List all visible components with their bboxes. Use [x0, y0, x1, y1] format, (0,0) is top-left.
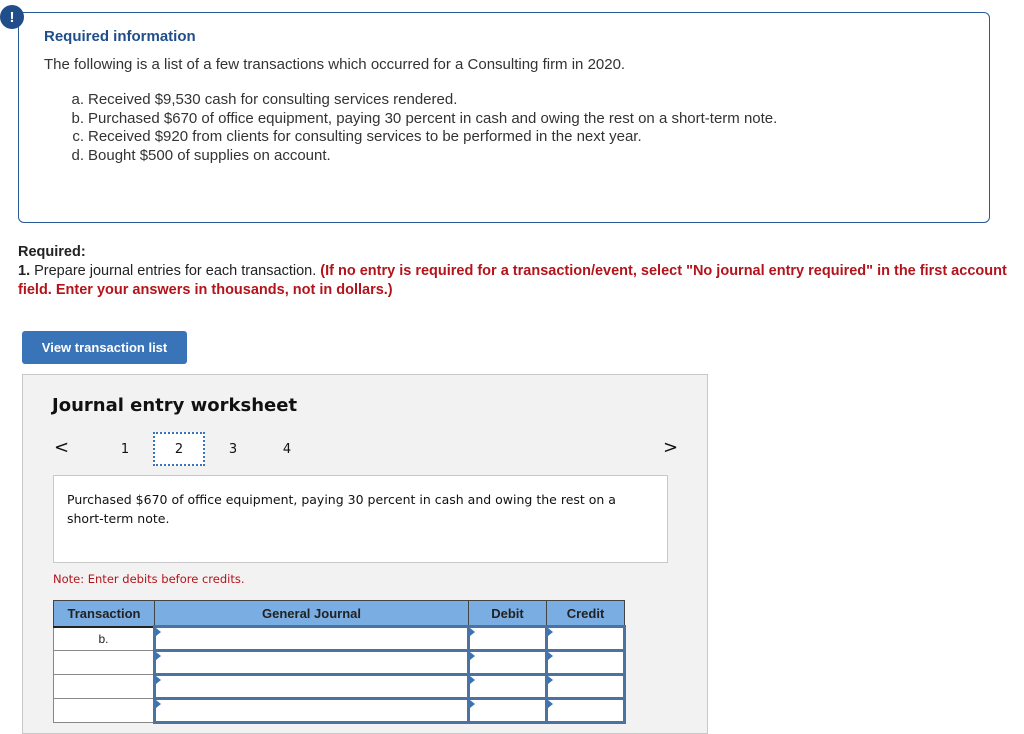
- input-marker-icon: [548, 676, 553, 684]
- account-select[interactable]: [153, 649, 470, 676]
- credit-input[interactable]: [548, 676, 623, 697]
- debit-field[interactable]: [467, 673, 548, 700]
- credit-input[interactable]: [548, 652, 623, 673]
- transaction-label: d.: [71, 147, 84, 165]
- page-tab-1[interactable]: 1: [99, 432, 151, 466]
- header-debit: Debit: [468, 600, 547, 628]
- header-general-journal: General Journal: [154, 600, 469, 628]
- page-tab-4[interactable]: 4: [261, 432, 313, 466]
- transaction-cell: [53, 650, 155, 675]
- dropdown-marker-icon: [156, 652, 161, 660]
- page-tab-2[interactable]: 2: [153, 432, 205, 466]
- chevron-left-icon[interactable]: <: [54, 437, 69, 458]
- credit-field[interactable]: [545, 649, 626, 676]
- account-select[interactable]: [153, 697, 470, 724]
- journal-header-row: Transaction General Journal Debit Credit: [53, 600, 625, 628]
- input-marker-icon: [470, 628, 475, 636]
- transaction-cell: b.: [53, 626, 155, 651]
- chevron-right-icon[interactable]: >: [663, 437, 678, 458]
- required-information-title: Required information: [44, 28, 196, 45]
- worksheet-title: Journal entry worksheet: [52, 395, 298, 416]
- transaction-text: Received $920 from clients for consultin…: [88, 128, 642, 146]
- view-transaction-list-button[interactable]: View transaction list: [22, 331, 187, 364]
- transaction-label: c.: [72, 128, 84, 146]
- transaction-label: b.: [71, 109, 84, 127]
- transaction-item: b. Purchased $670 of office equipment, pa…: [64, 110, 777, 129]
- transaction-description: Purchased $670 of office equipment, payi…: [53, 475, 668, 563]
- header-transaction: Transaction: [53, 600, 155, 628]
- header-credit: Credit: [546, 600, 625, 628]
- journal-row: [53, 697, 626, 724]
- transaction-cell: [53, 698, 155, 723]
- account-input[interactable]: [156, 628, 467, 649]
- debit-credit-note: Note: Enter debits before credits.: [53, 572, 245, 586]
- transaction-text: Purchased $670 of office equipment, payi…: [88, 109, 778, 127]
- dropdown-marker-icon: [156, 628, 161, 636]
- debit-field[interactable]: [467, 625, 548, 652]
- transaction-text: Bought $500 of supplies on account.: [88, 147, 331, 165]
- required-heading: Required:: [18, 244, 86, 260]
- journal-row: [53, 649, 626, 676]
- dropdown-marker-icon: [156, 676, 161, 684]
- credit-field[interactable]: [545, 625, 626, 652]
- debit-input[interactable]: [470, 676, 545, 697]
- transaction-list: a. Received $9,530 cash for consulting se…: [64, 91, 777, 166]
- transaction-item: a. Received $9,530 cash for consulting se…: [64, 91, 777, 110]
- requirement-text: Prepare journal entries for each transac…: [30, 263, 321, 279]
- debit-input[interactable]: [470, 628, 545, 649]
- account-input[interactable]: [156, 652, 467, 673]
- account-select[interactable]: [153, 625, 470, 652]
- input-marker-icon: [470, 652, 475, 660]
- transaction-cell: [53, 674, 155, 699]
- transaction-label: a.: [71, 91, 84, 108]
- journal-row: [53, 673, 626, 700]
- credit-field[interactable]: [545, 697, 626, 724]
- journal-row: b.: [53, 625, 626, 652]
- credit-field[interactable]: [545, 673, 626, 700]
- input-marker-icon: [470, 676, 475, 684]
- dropdown-marker-icon: [156, 700, 161, 708]
- required-information-intro: The following is a list of a few transac…: [44, 56, 626, 73]
- transaction-item: c. Received $920 from clients for consult…: [64, 128, 777, 147]
- journal-table: Transaction General Journal Debit Credit…: [53, 600, 626, 724]
- transaction-text: Received $9,530 cash for consulting serv…: [88, 91, 458, 108]
- debit-field[interactable]: [467, 697, 548, 724]
- input-marker-icon: [548, 652, 553, 660]
- page-tab-3[interactable]: 3: [207, 432, 259, 466]
- worksheet-page-tabs: 1 2 3 4: [99, 432, 315, 466]
- debit-input[interactable]: [470, 652, 545, 673]
- journal-entry-worksheet: Journal entry worksheet < 1 2 3 4 > Purc…: [22, 374, 708, 734]
- input-marker-icon: [470, 700, 475, 708]
- input-marker-icon: [548, 628, 553, 636]
- exclamation-icon: !: [0, 5, 24, 29]
- input-marker-icon: [548, 700, 553, 708]
- transaction-item: d. Bought $500 of supplies on account.: [64, 147, 777, 166]
- debit-field[interactable]: [467, 649, 548, 676]
- account-input[interactable]: [156, 676, 467, 697]
- credit-input[interactable]: [548, 628, 623, 649]
- account-select[interactable]: [153, 673, 470, 700]
- required-instructions: 1. Prepare journal entries for each tran…: [18, 262, 1008, 300]
- requirement-number: 1.: [18, 263, 31, 279]
